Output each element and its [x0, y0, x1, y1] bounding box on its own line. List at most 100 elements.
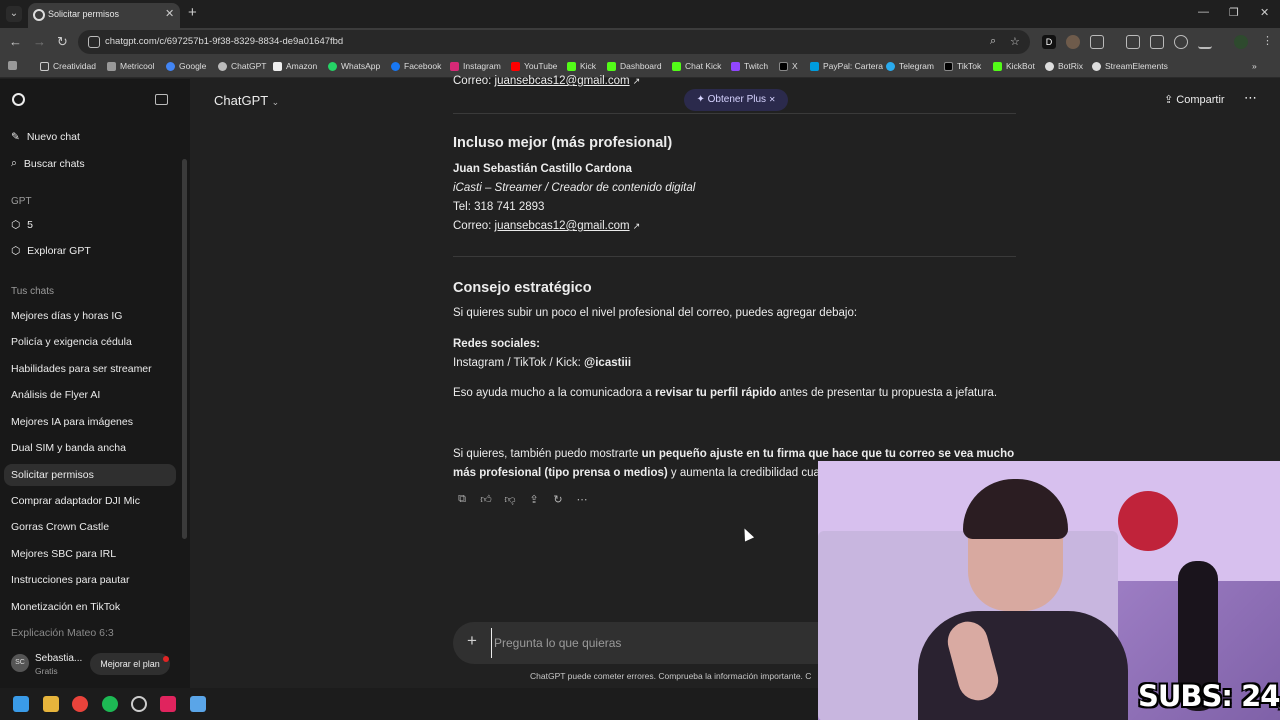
more-icon[interactable]: ⋯ [575, 493, 589, 506]
apps-grid-icon[interactable] [8, 61, 17, 70]
user-plan: Gratis [35, 666, 58, 676]
new-tab-icon[interactable]: + [188, 4, 197, 21]
bookmark-item[interactable]: Telegram [886, 61, 934, 71]
close-window-icon[interactable]: ✕ [1260, 6, 1269, 19]
spotify-icon[interactable] [102, 696, 118, 712]
back-icon[interactable]: ← [9, 34, 22, 49]
bookmark-item[interactable]: StreamElements [1092, 61, 1168, 71]
more-options-icon[interactable]: ⋯ [1244, 90, 1257, 106]
email-link[interactable]: juansebcas12@gmail.com [495, 75, 630, 87]
openai-logo-icon[interactable] [12, 93, 25, 106]
bookmark-item[interactable]: Dashboard [607, 61, 662, 71]
taskbar [0, 688, 818, 720]
bookmark-item[interactable]: YouTube [511, 61, 557, 71]
bookmark-item[interactable]: Instagram [450, 61, 501, 71]
avatar[interactable]: SC [11, 654, 29, 672]
bookmark-item[interactable]: Facebook [391, 61, 441, 71]
reload-icon[interactable]: ↻ [57, 34, 68, 50]
sidebar-scrollbar[interactable] [182, 159, 187, 539]
file-explorer-icon[interactable] [43, 696, 59, 712]
bookmark-item[interactable]: BotRix [1045, 61, 1083, 71]
regenerate-icon[interactable]: ↻ [551, 493, 565, 506]
chat-item[interactable]: Policía y exigencia cédula [11, 336, 132, 348]
bookmark-item[interactable]: Chat Kick [672, 61, 721, 71]
bookmark-item[interactable]: WhatsApp [328, 61, 380, 71]
gpt-heading: GPT [11, 196, 32, 207]
bookmark-item[interactable]: KickBot [993, 61, 1035, 71]
browser-toolbar: ← → ↻ chatgpt.com/c/697257b1-9f38-8329-8… [0, 28, 1280, 56]
model-selector[interactable]: ChatGPT ⌄ [214, 93, 279, 108]
site-info-icon[interactable] [88, 36, 100, 48]
chat-item[interactable]: Comprar adaptador DJI Mic [11, 495, 140, 507]
explore-gpts-button[interactable]: ⬡ Explorar GPT [11, 245, 91, 257]
zoom-icon[interactable]: ⌕ [990, 35, 996, 48]
chat-item[interactable]: Mejores IA para imágenes [11, 416, 133, 428]
search-chats-button[interactable]: ⌕ Buscar chats [11, 157, 85, 170]
tab-search-icon[interactable]: ⌄ [6, 6, 22, 22]
bookmark-item[interactable]: Metricool [107, 61, 154, 71]
upgrade-plan-button[interactable]: Mejorar el plan [90, 653, 170, 675]
chat-item[interactable]: Explicación Mateo 6:3 [11, 627, 114, 639]
bookmark-item[interactable]: X [779, 61, 798, 71]
minimize-icon[interactable]: — [1198, 6, 1209, 18]
chat-item[interactable]: Análisis de Flyer AI [11, 389, 100, 401]
get-plus-button[interactable]: ✦ Obtener Plus ✕ [684, 89, 788, 111]
offer-text-line2: más profesional (tipo prensa o medios) y… [453, 467, 827, 479]
profile-avatar-icon[interactable] [1234, 35, 1248, 49]
bookmark-item[interactable]: Google [166, 61, 206, 71]
copy-icon[interactable]: ⧉ [455, 493, 469, 506]
search-icon: ⌕ [11, 157, 17, 169]
share-button[interactable]: ⇪ Compartir [1164, 93, 1225, 106]
translate-icon[interactable] [1150, 35, 1164, 49]
edit-icon: ✎ [11, 131, 20, 143]
sidebar: ✎ Nuevo chat ⌕ Buscar chats GPT ⬡ 5 ⬡ Explor… [0, 79, 190, 688]
browser-tab[interactable]: Solicitar permisos ✕ [28, 3, 180, 28]
chrome-icon[interactable] [72, 696, 88, 712]
tab-close-icon[interactable]: ✕ [165, 7, 174, 20]
extension-avatar-icon[interactable] [1066, 35, 1080, 49]
bookmark-item[interactable]: Creatividad [40, 61, 96, 71]
tiktok-live-icon[interactable] [160, 696, 176, 712]
close-icon[interactable]: ✕ [769, 95, 776, 104]
chat-item[interactable]: Instrucciones para pautar [11, 574, 129, 586]
forward-icon[interactable]: → [33, 34, 46, 49]
url-text[interactable]: chatgpt.com/c/697257b1-9f38-8329-8834-de… [105, 36, 343, 47]
bookmark-item[interactable]: Twitch [731, 61, 768, 71]
user-name[interactable]: Sebastia... [35, 653, 82, 664]
gpt-item-5[interactable]: ⬡ 5 [11, 219, 33, 231]
history-icon[interactable] [1174, 35, 1188, 49]
browser-tab-strip: ⌄ Solicitar permisos ✕ + — ❐ ✕ [0, 0, 1280, 28]
notepad-icon[interactable] [190, 696, 206, 712]
thumbs-down-icon[interactable]: 👎︎ [503, 493, 517, 506]
chat-item[interactable]: Habilidades para ser streamer [11, 363, 152, 375]
plus-icon[interactable]: + [467, 631, 477, 651]
download-icon[interactable] [1198, 35, 1212, 49]
extension-d-icon[interactable]: D [1042, 35, 1056, 49]
bookmark-item[interactable]: PayPal: Cartera [810, 61, 883, 71]
bookmark-item[interactable]: Kick [567, 61, 596, 71]
bookmark-star-icon[interactable]: ☆ [1010, 35, 1020, 48]
restore-icon[interactable]: ❐ [1229, 6, 1239, 19]
chat-item[interactable]: Monetización en TikTok [11, 601, 120, 613]
new-chat-button[interactable]: ✎ Nuevo chat [11, 131, 80, 143]
bookmark-item[interactable]: ChatGPT [218, 61, 266, 71]
divider [453, 256, 1016, 257]
chat-item[interactable]: Dual SIM y banda ancha [11, 442, 126, 454]
bookmark-item[interactable]: TikTok [944, 61, 981, 71]
thumbs-up-icon[interactable]: 👍︎ [479, 493, 493, 506]
windows-start-icon[interactable] [13, 696, 29, 712]
share-icon[interactable]: ⇪ [527, 493, 541, 506]
chat-item-active[interactable]: Solicitar permisos [4, 464, 176, 486]
close-sidebar-icon[interactable] [155, 94, 168, 105]
cast-icon[interactable] [1126, 35, 1140, 49]
chat-item[interactable]: Mejores días y horas IG [11, 310, 122, 322]
chat-item[interactable]: Gorras Crown Castle [11, 521, 109, 533]
email-link[interactable]: juansebcas12@gmail.com [495, 220, 630, 232]
extensions-icon[interactable] [1090, 35, 1104, 49]
chat-item[interactable]: Mejores SBC para IRL [11, 548, 116, 560]
bookmarks-overflow-icon[interactable]: » [1252, 61, 1257, 71]
bookmark-item[interactable]: Amazon [273, 61, 317, 71]
browser-menu-icon[interactable]: ⋮ [1262, 34, 1273, 47]
address-bar[interactable]: chatgpt.com/c/697257b1-9f38-8329-8834-de… [78, 30, 1030, 54]
obs-icon[interactable] [131, 696, 147, 712]
